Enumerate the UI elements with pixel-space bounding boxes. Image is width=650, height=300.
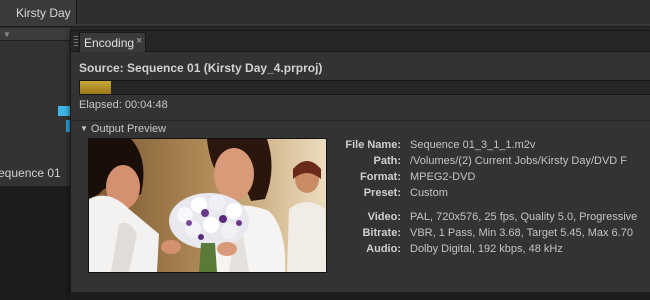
source-label: Source: Sequence 01 (Kirsty Day_4.prproj… — [79, 61, 323, 75]
preview-picture — [89, 139, 326, 272]
detail-key: File Name: — [345, 139, 401, 151]
chevron-down-icon[interactable]: ▼ — [3, 30, 11, 39]
detail-row: Path: /Volumes/(2) Current Jobs/Kirsty Da… — [331, 155, 650, 171]
background-tab-title[interactable]: Kirsty Day — [16, 6, 71, 20]
detail-row: Preset: Custom — [331, 187, 650, 203]
disclosure-triangle-icon: ▼ — [80, 124, 88, 133]
elapsed-time: Elapsed: 00:04:48 — [79, 99, 168, 111]
output-preview-toggle[interactable]: ▼ Output Preview — [80, 123, 166, 135]
detail-value: Custom — [410, 187, 448, 199]
detail-key: Path: — [373, 155, 402, 167]
progress-fill — [80, 81, 112, 94]
detail-value: VBR, 1 Pass, Min 3.68, Target 5.45, Max … — [410, 227, 633, 239]
detail-key: Video: — [367, 211, 401, 223]
background-monitor-area — [76, 0, 650, 24]
detail-row: Video: PAL, 720x576, 25 fps, Quality 5.0,… — [331, 211, 650, 227]
detail-row: Bitrate: VBR, 1 Pass, Min 3.68, Target 5.… — [331, 227, 650, 243]
detail-key: Bitrate: — [362, 227, 401, 239]
encoding-panel: Encoding × Source: Sequence 01 (Kirsty D… — [70, 30, 650, 294]
encoding-progress-bar — [79, 80, 650, 95]
detail-row: Audio: Dolby Digital, 192 kbps, 48 kHz — [331, 243, 650, 259]
tab-encoding[interactable]: Encoding × — [79, 32, 146, 52]
detail-value: Dolby Digital, 192 kbps, 48 kHz — [410, 243, 563, 255]
output-preview-image — [88, 138, 327, 273]
detail-value: MPEG2-DVD — [410, 171, 476, 183]
background-timeline-area — [0, 186, 70, 300]
output-preview-label: Output Preview — [90, 123, 167, 135]
background-bottom-bar — [70, 292, 650, 300]
detail-value: PAL, 720x576, 25 fps, Quality 5.0, Progr… — [410, 211, 638, 223]
background-sequence-tab[interactable]: equence 01 — [0, 166, 61, 180]
panel-grip-icon[interactable] — [74, 36, 78, 46]
tab-encoding-label: Encoding — [84, 36, 135, 50]
close-icon[interactable]: × — [136, 35, 142, 47]
detail-value: /Volumes/(2) Current Jobs/Kirsty Day/DVD… — [410, 155, 628, 167]
detail-key: Format: — [360, 171, 401, 183]
panel-header: Encoding × — [71, 31, 650, 52]
detail-row: File Name: Sequence 01_3_1_1.m2v — [331, 139, 650, 155]
timeline-marker[interactable] — [58, 106, 70, 116]
detail-key: Preset: — [363, 187, 401, 199]
detail-row: Format: MPEG2-DVD — [331, 171, 650, 187]
section-divider — [71, 120, 650, 121]
detail-key: Audio: — [366, 243, 401, 255]
background-top-bar: Kirsty Day — [0, 0, 650, 27]
detail-value: Sequence 01_3_1_1.m2v — [410, 139, 536, 151]
